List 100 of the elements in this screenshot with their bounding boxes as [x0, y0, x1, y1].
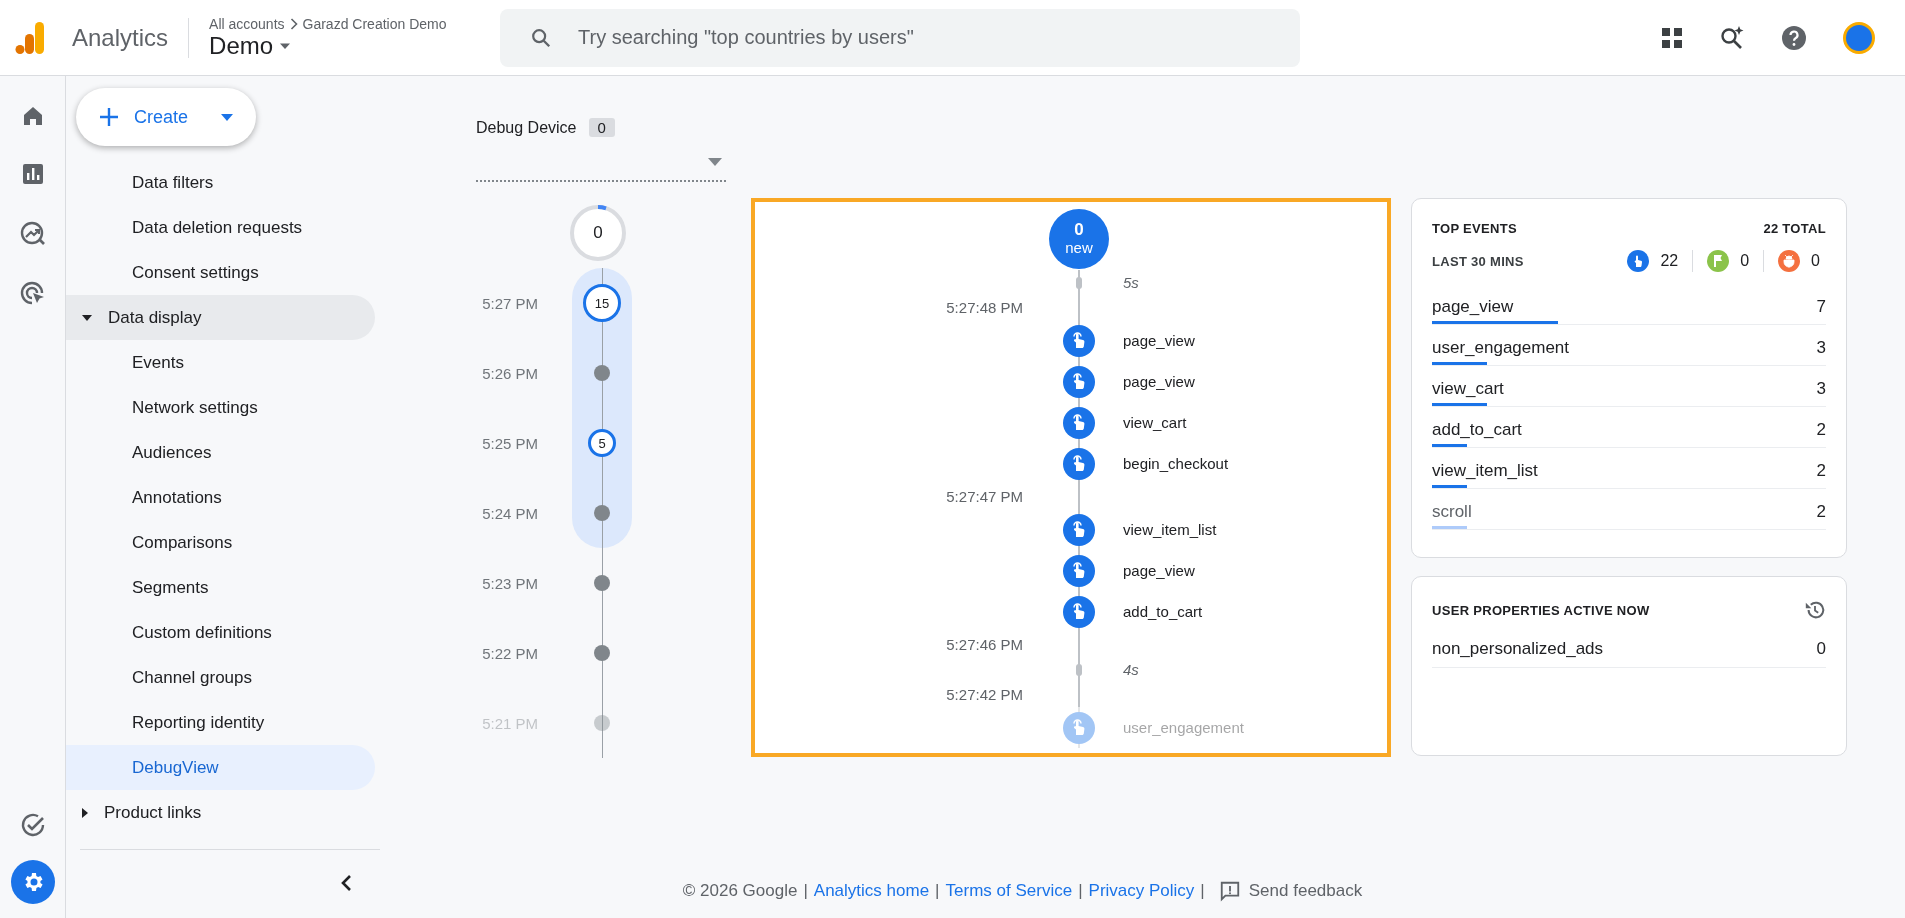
- nav-item[interactable]: DebugView: [66, 745, 375, 790]
- trend-circle-icon[interactable]: [19, 220, 46, 246]
- minute-label: 5:26 PM: [481, 364, 538, 382]
- card-title: TOP EVENTS: [1432, 221, 1517, 236]
- event-name[interactable]: scroll: [1432, 502, 1472, 522]
- minute-dot[interactable]: [594, 365, 610, 381]
- feedback-link[interactable]: Send feedback: [1218, 880, 1363, 902]
- separator: |: [803, 881, 808, 901]
- hand-pointer-icon[interactable]: [1063, 406, 1095, 439]
- counter-value: 0: [1740, 252, 1750, 270]
- selected-range[interactable]: 5: [572, 408, 632, 478]
- event-count: 2: [1816, 502, 1826, 522]
- separator: |: [1078, 881, 1083, 901]
- account-avatar[interactable]: [1843, 21, 1875, 54]
- cursor-target-icon[interactable]: [19, 280, 46, 306]
- period-label: LAST 30 MINS: [1432, 253, 1524, 269]
- breadcrumb-link[interactable]: Garazd Creation Demo: [302, 15, 447, 32]
- collapse-chevron-icon[interactable]: [340, 874, 352, 892]
- event-count: 2: [1816, 420, 1826, 440]
- nav-item[interactable]: Segments: [66, 565, 375, 610]
- copyright-text: © 2026 Google: [682, 881, 798, 901]
- minute-label: 5:23 PM: [481, 574, 538, 592]
- property-name[interactable]: non_personalized_ads: [1432, 639, 1604, 659]
- total-count: 22 TOTAL: [1763, 221, 1826, 236]
- hand-pointer-icon[interactable]: [1063, 513, 1095, 546]
- timestamp: 5:27:47 PM: [945, 488, 1024, 505]
- nav-item[interactable]: Data deletion requests: [66, 205, 375, 250]
- product-name: Analytics: [72, 23, 169, 52]
- event-name[interactable]: view_item_list: [1109, 521, 1387, 538]
- property-selector[interactable]: Demo: [209, 31, 447, 60]
- caret-icon: [708, 158, 722, 166]
- nav-item[interactable]: Channel groups: [66, 655, 375, 700]
- chevron-right-icon: [289, 17, 298, 30]
- breadcrumb-link[interactable]: All accounts: [209, 15, 285, 32]
- nav-item[interactable]: Audiences: [66, 430, 375, 475]
- hand-pointer-icon[interactable]: [1063, 447, 1095, 480]
- footer-link[interactable]: Analytics home: [813, 881, 930, 901]
- logo-icon[interactable]: [15, 19, 45, 56]
- event-name[interactable]: page_view: [1432, 297, 1514, 317]
- apps-grid-icon[interactable]: [1661, 26, 1683, 49]
- card-title: USER PROPERTIES ACTIVE NOW: [1432, 602, 1650, 618]
- new-events-badge[interactable]: 0 new: [1049, 209, 1109, 269]
- event-name[interactable]: view_cart: [1432, 379, 1504, 399]
- footer-link[interactable]: Terms of Service: [945, 881, 1073, 901]
- settings-button[interactable]: [10, 860, 55, 904]
- create-button[interactable]: Create: [76, 88, 256, 146]
- event-name[interactable]: begin_checkout: [1109, 455, 1387, 472]
- bar-chart-icon[interactable]: [20, 162, 45, 186]
- nav-item[interactable]: Network settings: [66, 385, 375, 430]
- caret-icon: [279, 41, 292, 50]
- nav-section[interactable]: Data display: [66, 295, 375, 340]
- selected-range[interactable]: 15: [572, 268, 632, 338]
- check-circle-icon[interactable]: [19, 812, 46, 838]
- event-name[interactable]: add_to_cart: [1432, 420, 1522, 440]
- nav-section[interactable]: Product links: [66, 790, 375, 835]
- hand-pointer-icon[interactable]: [1063, 365, 1095, 398]
- hand-pointer-icon[interactable]: [1063, 324, 1095, 357]
- footer-link[interactable]: Privacy Policy: [1088, 881, 1195, 901]
- event-name[interactable]: user_engagement: [1432, 338, 1570, 358]
- nav-item[interactable]: Events: [66, 340, 375, 385]
- separator: |: [1200, 881, 1205, 901]
- minute-count[interactable]: 5: [588, 429, 616, 457]
- search-field[interactable]: Try searching "top countries by users": [500, 8, 1300, 67]
- hand-pointer-icon[interactable]: [1063, 595, 1095, 628]
- feedback-icon: [1218, 880, 1241, 902]
- event-count: 7: [1816, 297, 1826, 317]
- nav-item[interactable]: Comparisons: [66, 520, 375, 565]
- hand-pointer-icon[interactable]: [1063, 554, 1095, 587]
- minute-dot[interactable]: [594, 505, 610, 521]
- nav-item[interactable]: Annotations: [66, 475, 375, 520]
- nav-item[interactable]: Custom definitions: [66, 610, 375, 655]
- caret-down-icon: [82, 314, 92, 321]
- gap-duration: 5s: [1122, 274, 1140, 291]
- minute-dot[interactable]: [594, 715, 610, 731]
- sparkle-search-icon[interactable]: [1719, 24, 1745, 51]
- timestamp: 5:27:42 PM: [945, 686, 1024, 703]
- minute-count[interactable]: 15: [583, 284, 621, 322]
- history-icon[interactable]: [1804, 599, 1826, 621]
- search-icon: [530, 26, 552, 49]
- debug-device-selector[interactable]: Debug Device 0: [476, 108, 726, 182]
- minute-dot[interactable]: [594, 575, 610, 591]
- property-value: 0: [1816, 639, 1826, 659]
- event-name[interactable]: view_item_list: [1432, 461, 1538, 481]
- event-count: 3: [1816, 379, 1826, 399]
- minute-label: 5:27 PM: [481, 294, 538, 312]
- minute-label: 5:24 PM: [481, 504, 538, 522]
- event-name[interactable]: view_cart: [1109, 414, 1387, 431]
- minute-label: 5:25 PM: [481, 434, 538, 452]
- event-name[interactable]: page_view: [1109, 562, 1387, 579]
- event-name[interactable]: add_to_cart: [1109, 603, 1387, 620]
- event-count: 3: [1816, 338, 1826, 358]
- timestamp: 5:27:48 PM: [945, 299, 1024, 316]
- nav-item[interactable]: Data filters: [66, 160, 375, 205]
- minute-dot[interactable]: [594, 645, 610, 661]
- nav-item[interactable]: Reporting identity: [66, 700, 375, 745]
- nav-item[interactable]: Consent settings: [66, 250, 375, 295]
- minute-label: 5:22 PM: [481, 644, 538, 662]
- help-icon[interactable]: [1781, 24, 1807, 51]
- event-name[interactable]: page_view: [1109, 373, 1387, 390]
- event-name[interactable]: page_view: [1109, 332, 1387, 349]
